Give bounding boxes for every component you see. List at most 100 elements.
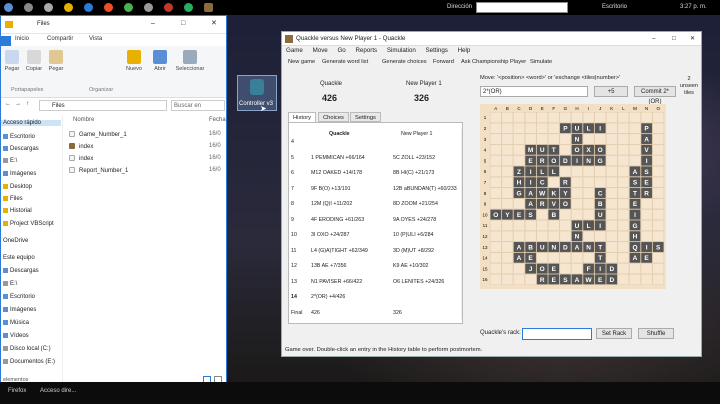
history-player1-move[interactable]: N1 PAVISER +66/422 xyxy=(311,279,362,285)
history-turn[interactable]: 11 xyxy=(291,248,297,254)
history-scrollbar[interactable] xyxy=(461,129,462,319)
nav-music[interactable]: Música xyxy=(3,320,29,326)
nav-drive-e[interactable]: E:\ xyxy=(3,158,17,164)
history-turn[interactable]: 9 xyxy=(291,217,294,223)
history-turn[interactable]: 13 xyxy=(291,279,297,285)
nav-downloads[interactable]: Descargas xyxy=(3,146,39,152)
history-player2-move[interactable]: 8B HI(C) +21/173 xyxy=(393,170,434,176)
file-row[interactable]: Game_Number_1 16/0 xyxy=(69,131,227,138)
history-turn[interactable]: 8 xyxy=(291,201,294,207)
close-icon[interactable]: ✕ xyxy=(690,32,695,45)
store-icon[interactable] xyxy=(84,3,93,12)
nav-files[interactable]: Files xyxy=(3,196,23,202)
nav-disk-c[interactable]: Disco local (C:) xyxy=(3,346,51,352)
nav-videos[interactable]: Vídeos xyxy=(3,333,29,339)
pin-button[interactable]: Pegar xyxy=(1,50,23,72)
history-player1-move[interactable]: 2*(OR) +4/426 xyxy=(311,294,345,300)
menu-settings[interactable]: Settings xyxy=(426,47,448,54)
back-icon[interactable]: ← xyxy=(5,101,11,107)
file-row[interactable]: index 16/0 xyxy=(69,143,227,150)
forward-icon[interactable]: → xyxy=(15,101,21,107)
nav-pc-desktop[interactable]: Escritorio xyxy=(3,294,35,300)
file-row[interactable]: Report_Number_1 16/0 xyxy=(69,167,227,174)
plus-button[interactable]: +5 xyxy=(594,86,628,97)
history-player1-move[interactable]: 12M (Q)I +11/202 xyxy=(311,201,352,207)
move-input[interactable]: 2*(OR) xyxy=(480,86,588,97)
app-icon[interactable] xyxy=(4,3,13,12)
tab-choices[interactable]: Choices xyxy=(318,112,349,122)
file-tab[interactable] xyxy=(1,36,11,46)
history-player2-move[interactable]: 9A OYES +24/278 xyxy=(393,217,436,223)
nav-pc-images[interactable]: Imágenes xyxy=(3,307,36,313)
nav-this-pc[interactable]: Este equipo xyxy=(3,255,35,261)
scrabble-board[interactable]: A B C D E F G H I J K L M N O12 P U L I P3 N A4 M U T O X O V5 E R O D I N… xyxy=(480,104,666,289)
minimize-icon[interactable]: – xyxy=(151,20,155,27)
history-player1-move[interactable]: 426 xyxy=(311,310,320,316)
new-game-button[interactable]: New game xyxy=(288,59,315,65)
nav-project-vbscript[interactable]: Project VBScript xyxy=(3,221,54,227)
rack-input[interactable] xyxy=(522,328,592,340)
folder-icon[interactable] xyxy=(64,3,73,12)
history-turn[interactable]: 5 xyxy=(291,155,294,161)
quackle-taskbar-icon[interactable] xyxy=(204,3,213,12)
generate-word-list-button[interactable]: Generate word list xyxy=(322,59,368,65)
tab-settings[interactable]: Settings xyxy=(350,112,381,122)
app-red-icon[interactable] xyxy=(164,3,173,12)
history-player1-move[interactable]: L4 (G)A)TIGHT +62/349 xyxy=(311,248,368,254)
history-player2-move[interactable]: 10 (P)ULI +6/284 xyxy=(393,232,434,238)
generate-choices-button[interactable]: Generate choices xyxy=(382,59,427,65)
history-turn[interactable]: 6 xyxy=(291,170,294,176)
taskbar-firefox[interactable]: Firefox xyxy=(8,388,26,394)
maximize-icon[interactable]: □ xyxy=(672,32,676,45)
history-turn[interactable]: 14 xyxy=(291,294,297,300)
history-player2-move[interactable]: 8D ZOOM +21/254 xyxy=(393,201,438,207)
open-button[interactable]: Abrir xyxy=(149,50,171,72)
shuffle-button[interactable]: Shuffle xyxy=(638,328,674,339)
history-player2-move[interactable]: 12B aBUNDAN(T) +60/233 xyxy=(393,186,457,192)
firefox-icon[interactable] xyxy=(104,3,113,12)
select-button[interactable]: Seleccionar xyxy=(175,50,205,72)
history-turn[interactable]: Final xyxy=(291,310,302,316)
history-player2-move[interactable]: 3D (M)UT +8/292 xyxy=(393,248,434,254)
set-rack-button[interactable]: Set Rack xyxy=(596,328,632,339)
maximize-icon[interactable]: □ xyxy=(181,20,185,27)
nav-onedrive[interactable]: OneDrive xyxy=(3,238,28,244)
minimize-icon[interactable]: – xyxy=(652,32,655,45)
nav-documents-e[interactable]: Documentos (E:) xyxy=(3,359,55,365)
history-player1-move[interactable]: 4F ERODING +61/263 xyxy=(311,217,364,223)
commit-button[interactable]: Commit 2*(OR) xyxy=(634,86,676,105)
chrome-icon[interactable] xyxy=(124,3,133,12)
nav-history[interactable]: Historial xyxy=(3,208,32,214)
history-turn[interactable]: 12 xyxy=(291,263,297,269)
taskbar-shortcut[interactable]: Acceso dire... xyxy=(40,388,76,394)
menu-game[interactable]: Game xyxy=(286,47,303,54)
history-turn[interactable]: 7 xyxy=(291,186,294,192)
tab-compartir[interactable]: Compartir xyxy=(47,36,73,42)
column-date[interactable]: Fecha xyxy=(209,117,226,123)
menu-help[interactable]: Help xyxy=(458,47,471,54)
history-turn[interactable]: 4 xyxy=(291,139,294,145)
tab-history[interactable]: History xyxy=(288,112,317,122)
history-player2-move[interactable]: O6 LENITES +24/326 xyxy=(393,279,444,285)
history-player2-move[interactable]: 5C ZOLL +23/152 xyxy=(393,155,435,161)
history-player1-move[interactable]: 9F B(O) +13/191 xyxy=(311,186,351,192)
history-player1-move[interactable]: M12 OAKED +14/178 xyxy=(311,170,362,176)
simulate-button[interactable]: Simulate xyxy=(530,59,552,65)
menu-reports[interactable]: Reports xyxy=(355,47,377,54)
app-green-icon[interactable] xyxy=(184,3,193,12)
nav-images[interactable]: Imágenes xyxy=(3,171,36,177)
settings-icon[interactable] xyxy=(144,3,153,12)
task-view-icon[interactable] xyxy=(44,3,53,12)
nav-pc-downloads[interactable]: Descargas xyxy=(3,268,39,274)
address-field[interactable]: Files xyxy=(39,100,167,111)
history-turn[interactable]: 10 xyxy=(291,232,297,238)
nav-desktop-folder[interactable]: Desktop xyxy=(3,184,32,190)
menu-go[interactable]: Go xyxy=(337,47,345,54)
tab-vista[interactable]: Vista xyxy=(89,36,102,42)
column-name[interactable]: Nombre xyxy=(73,117,94,123)
history-player2-move[interactable]: K9 AE +10/302 xyxy=(393,263,429,269)
file-row[interactable]: index 16/0 xyxy=(69,155,227,162)
history-player1-move[interactable]: 1 PEMMICAN +66/164 xyxy=(311,155,365,161)
new-button[interactable]: Nuevo xyxy=(123,50,145,72)
nav-desktop[interactable]: Escritorio xyxy=(3,134,35,140)
